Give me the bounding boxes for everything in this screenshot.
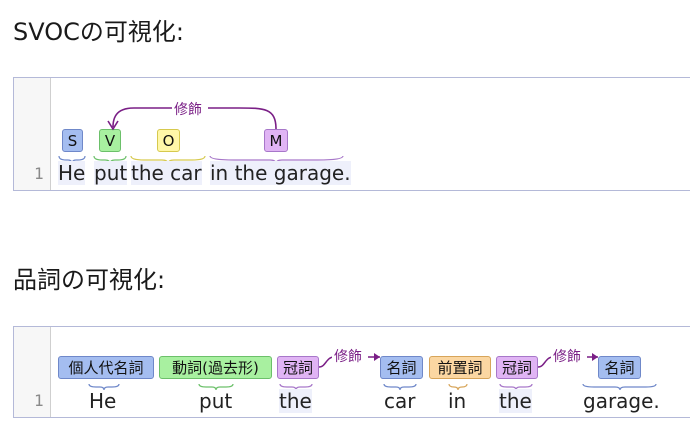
pos-editor-panel[interactable]: 1 個人代名詞 動詞(過去形) 冠詞 名詞 前置詞 冠詞 名詞 修飾 修飾 He… [13, 326, 690, 418]
svoc-heading: SVOCの可視化: [13, 18, 184, 46]
svoc-editor-panel[interactable]: 1 S V O M 修飾 He put the car in the garag… [13, 77, 690, 191]
word-put: put [199, 389, 233, 413]
word-car: car [384, 389, 416, 413]
word-in: in [448, 389, 467, 413]
word-the: the [279, 389, 312, 413]
arc-label: 修飾 [174, 102, 202, 118]
modify-arrowhead [592, 353, 598, 361]
word-in-the-garage: in the garage. [210, 161, 351, 185]
word-he: He [58, 161, 86, 185]
arc-label: 修飾 [553, 349, 581, 365]
word-put: put [94, 161, 128, 185]
word-the-car: the car [131, 161, 202, 185]
pos-heading: 品詞の可視化: [13, 266, 166, 294]
word-the-2: the [499, 389, 532, 413]
arc-label: 修飾 [334, 349, 362, 365]
word-he: He [89, 389, 117, 413]
modify-arrowhead [374, 353, 380, 361]
word-garage: garage. [583, 389, 660, 413]
